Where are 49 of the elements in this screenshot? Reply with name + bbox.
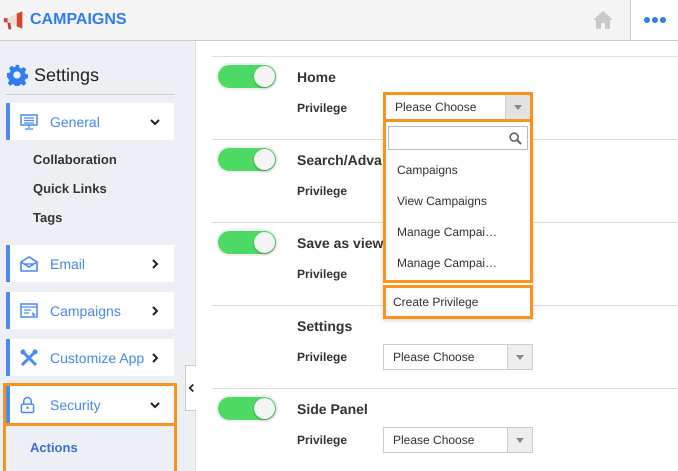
more-button[interactable] xyxy=(630,0,678,40)
dropdown-option[interactable]: Campaigns xyxy=(388,154,528,185)
dropdown-option[interactable]: Manage Campai… xyxy=(388,216,528,247)
window-icon xyxy=(20,302,38,318)
toggle-switch[interactable] xyxy=(218,397,276,420)
row-title: Save as view xyxy=(297,235,384,251)
home-icon[interactable] xyxy=(592,10,614,30)
caret-down-icon xyxy=(516,354,524,360)
caret-down-icon xyxy=(514,104,522,110)
nav-subitem[interactable]: Tags xyxy=(6,204,174,233)
nav-subitem[interactable]: Actions xyxy=(3,434,177,463)
field-label: Privilege xyxy=(297,267,348,281)
row-title: Side Panel xyxy=(297,401,369,417)
envelope-icon xyxy=(20,256,38,272)
search-field[interactable] xyxy=(388,126,528,150)
create-privilege-option[interactable]: Create Privilege xyxy=(383,285,533,319)
caret-down-icon xyxy=(516,438,524,442)
collapse-button[interactable] xyxy=(185,365,196,411)
monitor-icon xyxy=(20,114,38,130)
chevron-right-icon xyxy=(150,258,160,268)
dropdown-option[interactable]: Manage Campai… xyxy=(388,247,528,278)
dropdown-option[interactable]: View Campaigns xyxy=(388,185,528,216)
search-icon xyxy=(509,132,522,144)
toggle-switch[interactable] xyxy=(218,65,276,88)
nav-subitem[interactable]: Collaboration xyxy=(6,146,174,175)
field-label: Privilege xyxy=(297,433,348,447)
app-title: CAMPAIGNS xyxy=(30,11,127,29)
select-field[interactable]: Please Choose xyxy=(383,344,533,370)
chevron-left-icon xyxy=(188,383,194,393)
chevron-right-icon xyxy=(150,352,160,362)
row-title: Home xyxy=(297,69,337,85)
chevron-down-icon xyxy=(150,116,160,126)
nav-subitem[interactable]: Quick Links xyxy=(6,175,174,204)
toggle-switch[interactable] xyxy=(218,231,276,254)
sidebar-title: Settings xyxy=(34,64,100,86)
select-field[interactable]: Please Choose xyxy=(383,427,533,453)
select-field[interactable]: Please Choose xyxy=(383,92,533,122)
lock-icon xyxy=(20,396,35,414)
chevron-right-icon xyxy=(150,306,160,316)
field-label: Privilege xyxy=(297,350,348,364)
chevron-down-icon xyxy=(150,400,160,410)
field-label: Privilege xyxy=(297,101,348,115)
more-icon xyxy=(644,17,666,23)
row-title: Search/Adva xyxy=(297,152,383,168)
row-title: Settings xyxy=(297,318,354,334)
tools-icon xyxy=(20,348,38,366)
settings-icon xyxy=(6,64,28,86)
toggle-switch[interactable] xyxy=(218,148,276,171)
field-label: Privilege xyxy=(297,184,348,198)
